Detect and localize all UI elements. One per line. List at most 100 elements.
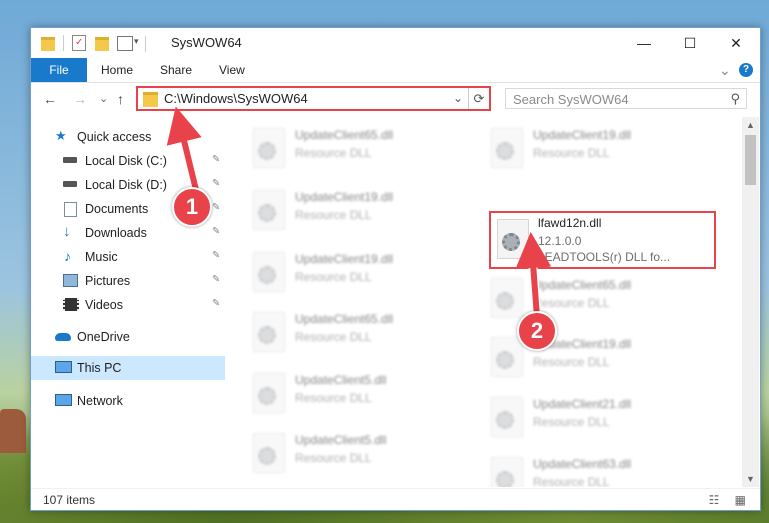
file-version: 12.1.0.0	[538, 234, 582, 248]
sidebar-item-network[interactable]: Network	[31, 389, 225, 413]
pin-icon[interactable]: ✎	[212, 250, 220, 261]
file-type: Resource DLL	[295, 330, 372, 344]
sidebar-item-local-disk-c[interactable]: Local Disk (C:) ✎	[31, 149, 225, 173]
minimize-button[interactable]: —	[621, 28, 667, 58]
file-tile[interactable]: UpdateClient19.dll Resource DLL	[481, 329, 711, 389]
tab-file[interactable]: File	[31, 58, 87, 82]
navigation-pane: ★ Quick access Local Disk (C:) ✎ Local D…	[31, 123, 225, 488]
customize-toolbar-chevron-icon[interactable]: ▾	[134, 36, 139, 52]
file-tile[interactable]: UpdateClient65.dll Resource DLL	[243, 304, 473, 364]
drive-icon	[63, 181, 77, 187]
sidebar-item-label: Videos	[85, 298, 123, 312]
pin-icon[interactable]: ✎	[212, 154, 220, 165]
file-name: UpdateClient63.dll	[533, 457, 632, 471]
file-tile[interactable]: UpdateClient19.dll Resource DLL	[481, 120, 711, 180]
sidebar-item-onedrive[interactable]: OneDrive	[31, 325, 225, 349]
pin-icon[interactable]: ✎	[212, 226, 220, 237]
scroll-up-icon[interactable]: ▲	[742, 117, 759, 133]
file-type: Resource DLL	[295, 146, 372, 160]
sidebar-item-videos[interactable]: Videos ✎	[31, 293, 225, 317]
sidebar-item-label: Downloads	[85, 226, 147, 240]
sidebar-item-label: Pictures	[85, 274, 131, 288]
view-options-icon[interactable]	[117, 36, 133, 51]
file-description: LEADTOOLS(r) DLL fo...	[538, 250, 671, 264]
ribbon: File Home Share View ⌄ ?	[31, 58, 760, 83]
help-icon[interactable]: ?	[739, 63, 753, 77]
sidebar-item-label: OneDrive	[77, 330, 130, 344]
file-tile[interactable]: UpdateClient19.dll Resource DLL	[243, 182, 473, 242]
star-icon: ★	[55, 128, 67, 143]
scrollbar-thumb[interactable]	[745, 135, 756, 185]
dll-file-icon	[497, 219, 529, 259]
file-type: Resource DLL	[533, 415, 610, 429]
close-button[interactable]: ✕	[713, 28, 759, 58]
item-count: 107 items	[43, 493, 96, 507]
download-icon: ↓	[63, 223, 71, 240]
new-folder-icon[interactable]	[95, 37, 109, 51]
file-tile[interactable]: UpdateClient5.dll Resource DLL	[243, 365, 473, 425]
tab-home[interactable]: Home	[101, 58, 133, 82]
file-type: Resource DLL	[533, 296, 610, 310]
file-explorer-window: ✓ ▾ SysWOW64 — ☐ ✕ File Home Share View …	[30, 27, 761, 511]
sidebar-item-label: Network	[77, 394, 123, 408]
folder-icon	[41, 37, 55, 51]
address-path: C:\Windows\SysWOW64	[164, 91, 308, 106]
navigation-bar: ← → ⌄ ↑ C:\Windows\SysWOW64 ⌄ ⟳ Search S…	[31, 83, 760, 117]
file-tile[interactable]: UpdateClient65.dll Resource DLL	[481, 270, 711, 330]
address-dropdown-icon[interactable]: ⌄	[453, 91, 463, 105]
computer-icon	[55, 361, 72, 373]
dll-file-icon	[253, 128, 285, 168]
scroll-down-icon[interactable]: ▼	[742, 471, 759, 487]
back-button[interactable]: ←	[43, 91, 57, 107]
file-list: UpdateClient65.dll Resource DLL UpdateCl…	[243, 117, 741, 487]
sidebar-item-music[interactable]: ♪ Music ✎	[31, 245, 225, 269]
tab-share[interactable]: Share	[160, 58, 192, 82]
sidebar-item-label: Quick access	[77, 130, 152, 144]
pin-icon[interactable]: ✎	[212, 298, 220, 309]
file-tile[interactable]: UpdateClient65.dll Resource DLL	[243, 120, 473, 180]
divider	[145, 36, 146, 52]
file-type: Resource DLL	[533, 475, 610, 487]
sidebar-item-this-pc[interactable]: This PC	[31, 356, 225, 380]
up-button[interactable]: ↑	[117, 91, 124, 107]
search-input[interactable]: Search SysWOW64 ⚲	[505, 88, 747, 109]
cloud-icon	[55, 333, 71, 341]
file-name: UpdateClient5.dll	[295, 373, 387, 387]
search-placeholder: Search SysWOW64	[513, 92, 629, 107]
file-tile[interactable]: UpdateClient5.dll Resource DLL	[243, 425, 473, 485]
sidebar-item-quick-access[interactable]: ★ Quick access	[31, 125, 225, 149]
properties-icon[interactable]: ✓	[72, 35, 86, 51]
file-type: Resource DLL	[533, 355, 610, 369]
expand-ribbon-icon[interactable]: ⌄	[719, 58, 731, 82]
recent-locations-button[interactable]: ⌄	[99, 92, 108, 105]
address-bar[interactable]: C:\Windows\SysWOW64 ⌄ ⟳	[136, 86, 491, 111]
file-type: Resource DLL	[295, 208, 372, 222]
vertical-scrollbar[interactable]: ▲ ▼	[742, 117, 759, 487]
file-tile-lfawd12n[interactable]: lfawd12n.dll 12.1.0.0 LEADTOOLS(r) DLL f…	[489, 211, 716, 269]
maximize-button[interactable]: ☐	[667, 28, 713, 58]
forward-button[interactable]: →	[73, 91, 87, 107]
pictures-icon	[63, 274, 78, 287]
file-tile[interactable]: UpdateClient21.dll Resource DLL	[481, 389, 711, 449]
view-toggle-icons[interactable]: ☷ ▦	[709, 493, 752, 507]
refresh-button[interactable]: ⟳	[468, 88, 489, 109]
sidebar-item-label: This PC	[77, 361, 122, 375]
file-name: UpdateClient65.dll	[533, 278, 632, 292]
file-type: Resource DLL	[295, 391, 372, 405]
sidebar-item-label: Local Disk (D:)	[85, 178, 167, 192]
tab-view[interactable]: View	[219, 58, 245, 82]
file-name: lfawd12n.dll	[538, 216, 602, 230]
divider	[63, 35, 64, 51]
pin-icon[interactable]: ✎	[212, 202, 220, 213]
dll-file-icon	[491, 128, 523, 168]
title-bar: ✓ ▾ SysWOW64 — ☐ ✕	[31, 28, 760, 58]
file-tile[interactable]: UpdateClient19.dll Resource DLL	[243, 244, 473, 304]
file-tile[interactable]: UpdateClient63.dll Resource DLL	[481, 449, 711, 487]
sidebar-item-pictures[interactable]: Pictures ✎	[31, 269, 225, 293]
dll-file-icon	[253, 373, 285, 413]
file-name: UpdateClient19.dll	[295, 252, 394, 266]
music-icon: ♪	[64, 248, 71, 264]
sidebar-item-label: Music	[85, 250, 118, 264]
pin-icon[interactable]: ✎	[212, 178, 220, 189]
pin-icon[interactable]: ✎	[212, 274, 220, 285]
